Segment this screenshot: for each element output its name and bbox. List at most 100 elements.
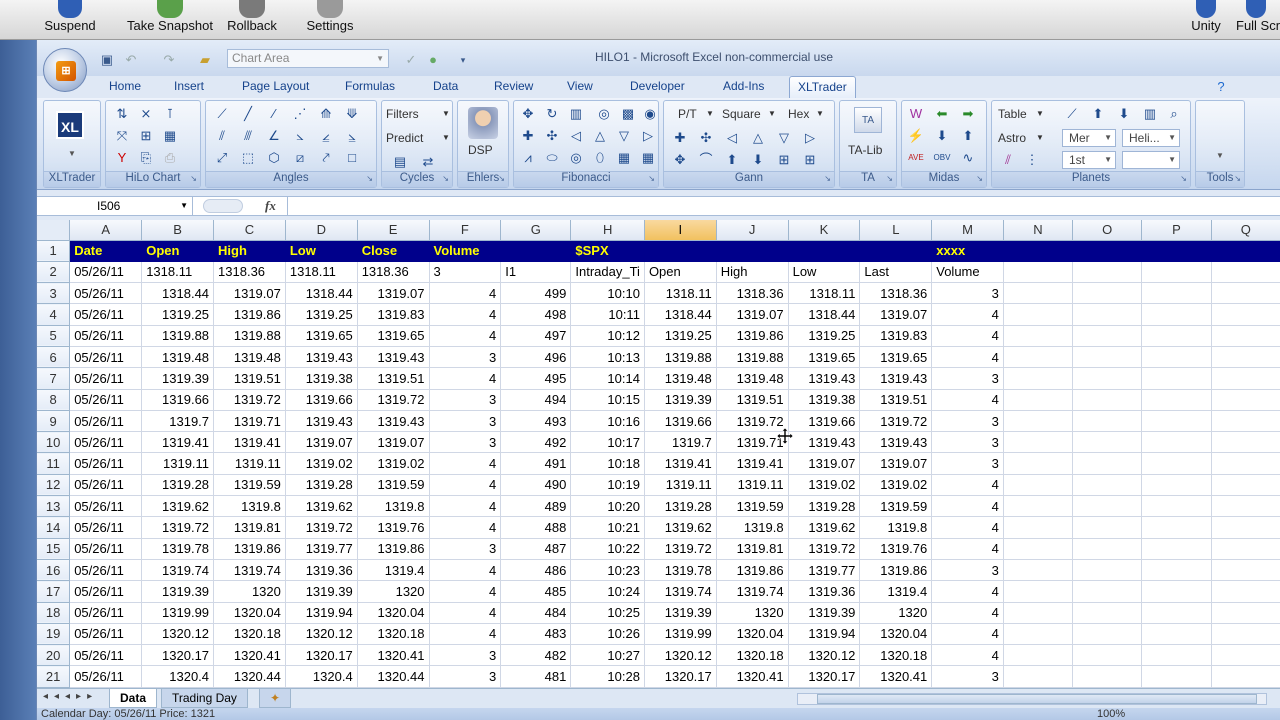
cell[interactable]	[1072, 644, 1143, 667]
cell[interactable]: 10:15	[570, 389, 645, 411]
cell[interactable]: 05/26/11	[69, 538, 143, 560]
cell[interactable]: 1319.78	[644, 559, 717, 582]
cell[interactable]: 487	[500, 538, 572, 560]
cell[interactable]: Open	[644, 261, 717, 284]
cell[interactable]: 05/26/11	[69, 474, 143, 497]
cell[interactable]	[1003, 495, 1074, 518]
cell[interactable]: 1319.07	[788, 452, 861, 475]
cell[interactable]: 10:21	[570, 516, 645, 539]
planet-up-icon[interactable]: ⬆	[1088, 105, 1108, 123]
hilo-zigzag-icon[interactable]: ⤧	[112, 127, 132, 145]
cell[interactable]: 1319.65	[788, 346, 861, 369]
cell[interactable]: 05/26/11	[69, 346, 143, 369]
cell[interactable]: 1318.36	[859, 282, 933, 305]
cell[interactable]: 1319.86	[213, 538, 286, 560]
hilo-export-icon[interactable]: ⎙	[160, 149, 180, 167]
cell[interactable]: 1319.48	[716, 367, 789, 390]
cell[interactable]: 1319.43	[285, 346, 358, 369]
angle-arrow-icon[interactable]: ⤢	[212, 149, 232, 167]
angle-corner4-icon[interactable]: ⦥	[342, 127, 362, 145]
column-header[interactable]: M	[931, 220, 1004, 241]
cell[interactable]: 4	[931, 623, 1004, 646]
cell[interactable]: 1319.38	[788, 389, 861, 411]
row-header[interactable]: 5	[37, 325, 71, 347]
cell[interactable]	[1003, 431, 1074, 454]
row-header[interactable]: 10	[37, 431, 71, 454]
cell[interactable]	[1141, 240, 1212, 262]
worksheet-grid[interactable]: A B C D E F G H I J K L M N O P Q 1 Date Open High Low Close Vo…	[37, 220, 1280, 720]
cell[interactable]: 1319.72	[644, 538, 717, 560]
cell[interactable]	[644, 240, 717, 262]
dialog-launcher-icon[interactable]: ↘	[1234, 174, 1241, 183]
cell[interactable]: 1319.48	[141, 346, 215, 369]
column-header[interactable]: L	[859, 220, 933, 241]
cell[interactable]: 1319.72	[141, 516, 215, 539]
fib-left-icon[interactable]: ◁	[566, 127, 586, 145]
cell[interactable]: 05/26/11	[69, 325, 143, 347]
cell[interactable]: 05/26/11	[69, 644, 143, 667]
midas-right-icon[interactable]: ➡	[958, 105, 978, 123]
cell[interactable]: 1319.28	[788, 495, 861, 518]
cell[interactable]: 1319.11	[141, 452, 215, 475]
hilo-grid-icon[interactable]: ⊞	[136, 127, 156, 145]
cell[interactable]	[1141, 474, 1212, 497]
insert-function-button[interactable]: fx	[265, 198, 276, 214]
cell[interactable]: 1319.62	[788, 516, 861, 539]
row-header[interactable]: 16	[37, 559, 71, 582]
row-header[interactable]: 20	[37, 644, 71, 667]
cell[interactable]: 1319.25	[141, 303, 215, 326]
cell[interactable]	[1003, 602, 1074, 624]
cell[interactable]: 3	[429, 665, 502, 688]
cell[interactable]: 4	[931, 538, 1004, 560]
office-button[interactable]: ⊞	[43, 48, 87, 92]
horizontal-scroll-thumb[interactable]	[817, 694, 1257, 704]
planet-copy-icon[interactable]: ▥	[1140, 105, 1160, 123]
fib-down-icon[interactable]: ▽	[614, 127, 634, 145]
rollback-button[interactable]: Rollback	[222, 0, 282, 40]
cell[interactable]: 10:25	[570, 602, 645, 624]
tab-developer[interactable]: Developer	[630, 79, 685, 93]
column-header[interactable]: G	[500, 220, 572, 241]
hilo-chart-icon[interactable]: ▦	[160, 127, 180, 145]
cell[interactable]: 10:18	[570, 452, 645, 475]
angle-parallel-icon[interactable]: ⫽	[212, 127, 232, 145]
cell[interactable]: 1320.41	[859, 665, 933, 688]
cell[interactable]	[1141, 261, 1212, 284]
cell[interactable]: 4	[429, 474, 502, 497]
cell[interactable]: 3	[429, 346, 502, 369]
cell[interactable]: 1319.43	[285, 410, 358, 433]
cell[interactable]	[716, 240, 789, 262]
cell[interactable]: 494	[500, 389, 572, 411]
cell[interactable]: 4	[931, 644, 1004, 667]
cell[interactable]: 10:24	[570, 580, 645, 603]
gann-up-arrow-icon[interactable]: ⬆	[722, 151, 742, 169]
angle-trend-icon[interactable]: ⤤	[316, 149, 336, 167]
cell[interactable]: 1319.43	[357, 410, 430, 433]
row-header[interactable]: 21	[37, 665, 71, 688]
row-header[interactable]: 17	[37, 580, 71, 603]
planet-search-icon[interactable]: ⌕	[1164, 105, 1184, 123]
cell[interactable]: 1319.88	[644, 346, 717, 369]
cell[interactable]	[1072, 410, 1143, 433]
cell[interactable]	[1211, 303, 1280, 326]
cell[interactable]: 3	[429, 410, 502, 433]
cell[interactable]: 4	[931, 516, 1004, 539]
fib-up-icon[interactable]: △	[590, 127, 610, 145]
midas-ave-icon[interactable]: AVE	[906, 149, 926, 167]
cell[interactable]	[1141, 325, 1212, 347]
cell[interactable]: 1319.74	[213, 559, 286, 582]
mer-dropdown[interactable]: Mer ▼	[1062, 129, 1116, 147]
cell[interactable]: 1319.02	[859, 474, 933, 497]
cell[interactable]	[1003, 623, 1074, 646]
cell[interactable]: 4	[429, 602, 502, 624]
angle-line2-icon[interactable]: ╱	[238, 105, 258, 123]
angle-line3-icon[interactable]: ⁄	[264, 105, 284, 123]
cell[interactable]: 1318.44	[788, 303, 861, 326]
cell[interactable]: 1319.25	[788, 325, 861, 347]
cell[interactable]: 1318.36	[716, 282, 789, 305]
fib-table2-icon[interactable]: ▦	[638, 149, 658, 167]
cell[interactable]: 1319.51	[716, 389, 789, 411]
cell[interactable]	[1141, 431, 1212, 454]
cell[interactable]: 1320.41	[716, 665, 789, 688]
cell[interactable]: 05/26/11	[69, 261, 143, 284]
